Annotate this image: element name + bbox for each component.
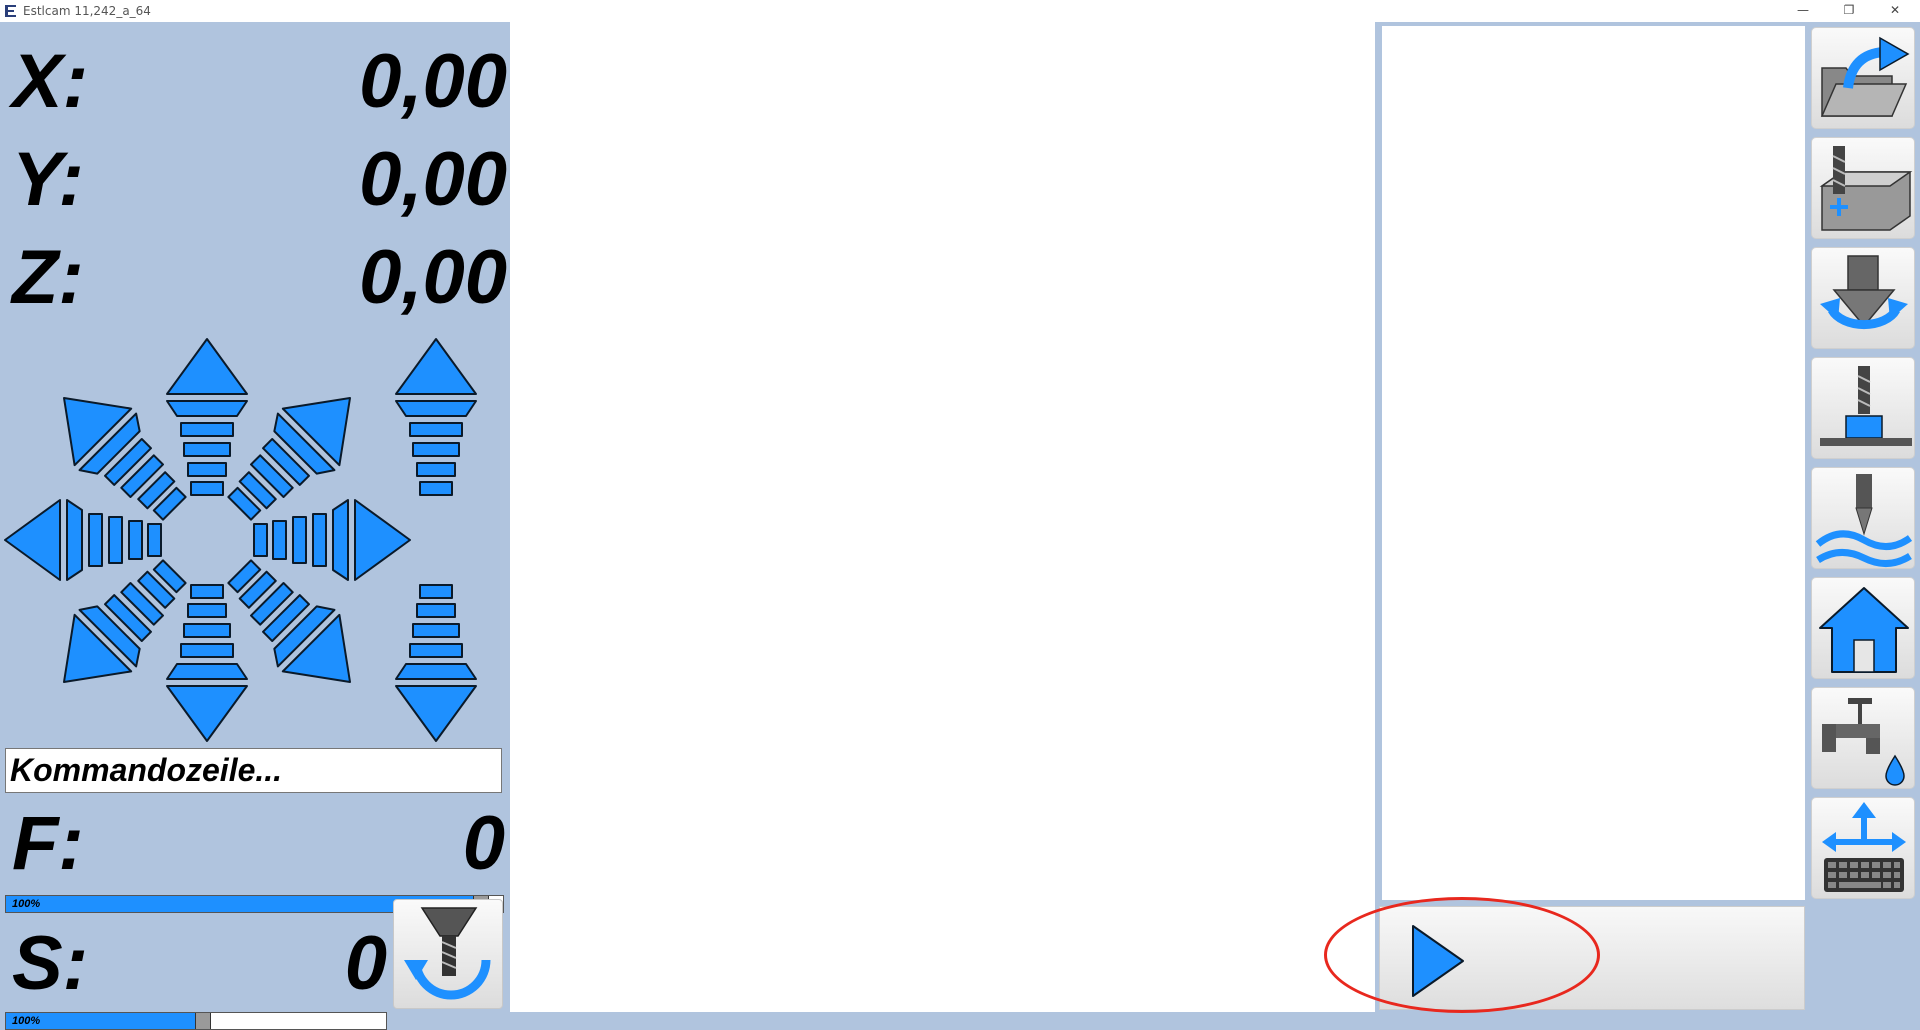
window-title: Estlcam 11,242_a_64: [23, 4, 151, 18]
jog-up-arrow-icon[interactable]: [166, 338, 248, 496]
z-axis-label: Z:: [12, 235, 84, 320]
spindle-toggle-icon: [404, 907, 491, 1000]
x-axis-label: X:: [12, 39, 88, 124]
tool-length-probe-button[interactable]: [1811, 357, 1915, 459]
estlcam-logo-icon: [5, 5, 16, 17]
jog-down-arrow-icon[interactable]: [166, 584, 248, 742]
program-list-panel[interactable]: [1382, 26, 1805, 900]
close-button[interactable]: ✕: [1872, 0, 1918, 22]
surface-probe-icon: [1815, 474, 1913, 567]
jog-right-arrow-icon[interactable]: [253, 499, 411, 581]
open-file-icon: [1820, 36, 1910, 117]
keyboard-jog-button[interactable]: [1811, 797, 1915, 899]
restore-button[interactable]: ❐: [1826, 0, 1872, 22]
minimize-button[interactable]: —: [1780, 0, 1826, 22]
tool-length-probe-icon: [1820, 366, 1912, 446]
y-axis-row: Y: 0,00: [0, 132, 510, 227]
spindle-row: S: 0: [0, 916, 395, 1012]
home-icon: [1819, 587, 1909, 673]
tool-change-icon: [1820, 255, 1908, 330]
home-button[interactable]: [1811, 577, 1915, 679]
z-axis-row: Z: 0,00: [0, 230, 510, 325]
program-view-canvas[interactable]: [510, 22, 1375, 1012]
spindle-override-thumb[interactable]: [195, 1013, 211, 1029]
spindle-override-text: 100%: [12, 1015, 41, 1027]
feed-override-text: 100%: [12, 898, 41, 910]
feed-value: 0: [462, 801, 505, 886]
annotation-ellipse: [1324, 897, 1600, 1013]
z-axis-value[interactable]: 0,00: [359, 230, 507, 325]
keyboard-jog-icon: [1822, 802, 1906, 892]
set-workpiece-zero-button[interactable]: [1811, 137, 1915, 239]
jog-left-arrow-icon[interactable]: [4, 499, 162, 581]
coolant-icon: [1822, 698, 1905, 786]
surface-probe-button[interactable]: [1811, 467, 1915, 569]
spindle-override-slider[interactable]: 100%: [5, 1012, 387, 1030]
z-up-arrow-icon[interactable]: [395, 338, 477, 496]
open-file-button[interactable]: [1811, 27, 1915, 129]
set-workpiece-zero-icon: [1819, 146, 1913, 231]
feed-label: F:: [12, 801, 84, 886]
y-axis-value[interactable]: 0,00: [359, 132, 507, 227]
control-panel: X: 0,00 Y: 0,00 Z: 0,00 Kommandozeile...…: [0, 22, 510, 1030]
spindle-label: S:: [12, 921, 88, 1006]
jog-controls: [4, 338, 477, 742]
feed-row: F: 0: [0, 796, 510, 892]
command-line-input[interactable]: Kommandozeile...: [5, 748, 502, 793]
title-bar: Estlcam 11,242_a_64 — ❐ ✕: [0, 0, 1920, 22]
z-down-arrow-icon[interactable]: [395, 584, 477, 742]
spindle-toggle-button[interactable]: [393, 899, 503, 1009]
spindle-value: 0: [344, 921, 387, 1006]
x-axis-value[interactable]: 0,00: [359, 34, 507, 129]
coolant-button[interactable]: [1811, 687, 1915, 789]
x-axis-row: X: 0,00: [0, 34, 510, 129]
y-axis-label: Y:: [12, 137, 84, 222]
tool-change-button[interactable]: [1811, 247, 1915, 349]
